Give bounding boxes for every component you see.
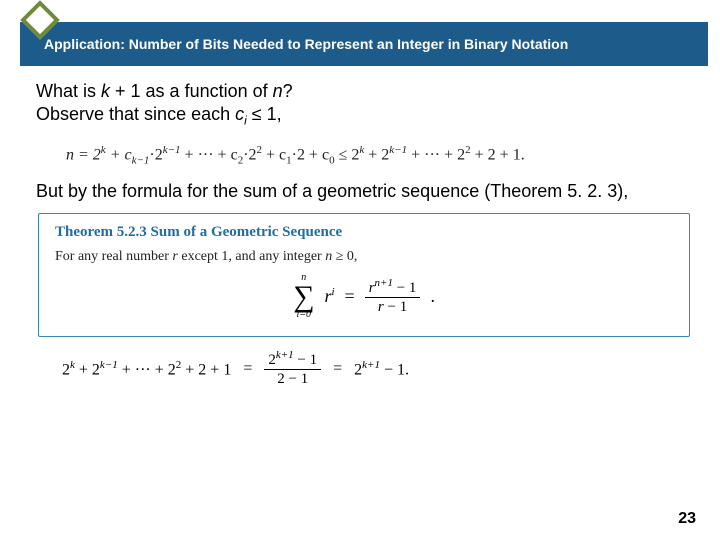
transition-line: But by the formula for the sum of a geom… (36, 180, 692, 203)
equals: = (345, 286, 355, 307)
rt-i: i (331, 286, 334, 298)
var-n: n (273, 81, 283, 101)
f-mid: + ··· + c (181, 146, 238, 163)
f-rest: + c (106, 146, 132, 163)
text: Observe that since each (36, 104, 235, 124)
sigma-symbol: ∑ (293, 283, 314, 310)
r-term: ri (324, 286, 334, 307)
f-lhs: n = 2 (66, 146, 101, 163)
fraction: rn+1 − 1 r − 1 (365, 277, 421, 316)
text: + 1 as a function of (110, 81, 273, 101)
slide-header: Application: Number of Bits Needed to Re… (20, 22, 708, 66)
t-a: For any real number (55, 249, 172, 264)
theorem-title: Theorem 5.2.3 Sum of a Geometric Sequenc… (55, 224, 673, 241)
fe-eq2: = (333, 360, 342, 378)
fd-tail: − 1 (384, 299, 407, 315)
fe-tail: + 2 + 1 (181, 361, 231, 378)
fe-2: 2 (62, 361, 70, 378)
text: ? (283, 81, 293, 101)
sigma-icon: n ∑ i=0 (293, 273, 314, 320)
fn-tail: − 1 (393, 280, 416, 296)
text: What is (36, 81, 101, 101)
page-number: 23 (678, 510, 696, 528)
f-pc1: + c (262, 146, 286, 163)
theorem-body: For any real number r except 1, and any … (55, 249, 673, 265)
sigma-lower: i=0 (296, 310, 311, 320)
geometric-sum-equation: n ∑ i=0 ri = rn+1 − 1 r − 1 . (55, 273, 673, 320)
inequality-formula: n = 2k + ck−1·2k−1 + ··· + c2·22 + c1·2 … (66, 144, 692, 167)
fe-k1: k−1 (100, 359, 118, 371)
f-k1e: k−1 (163, 144, 181, 156)
f-d22: ·2 (243, 146, 256, 163)
final-equation: 2k + 2k−1 + ··· + 22 + 2 + 1 = 2k+1 − 1 … (62, 349, 692, 388)
f-rk1: k−1 (389, 144, 407, 156)
slide-content: What is k + 1 as a function of n? Observ… (36, 80, 692, 388)
f-k1s: k−1 (132, 154, 150, 166)
f-end: + 2 + 1. (471, 146, 525, 163)
f-tail: + ··· + 2 (407, 146, 465, 163)
fe-rhs: 2k+1 − 1. (354, 359, 409, 379)
slide-title: Application: Number of Bits Needed to Re… (44, 36, 568, 52)
f-d2p: ·2 + c (292, 146, 329, 163)
fen-2: 2 (268, 352, 276, 368)
f-leq: ≤ 2 (335, 146, 360, 163)
fe-num: 2k+1 − 1 (264, 349, 321, 369)
f-p2: + 2 (364, 146, 389, 163)
fer-exp: k+1 (362, 359, 380, 371)
fe-eq1: = (243, 360, 252, 378)
var-c: c (235, 104, 244, 124)
fe-mid: + ··· + 2 (118, 361, 176, 378)
fen-exp: k+1 (276, 349, 294, 361)
theorem-box: Theorem 5.2.3 Sum of a Geometric Sequenc… (38, 213, 690, 337)
question-line: What is k + 1 as a function of n? Observ… (36, 80, 692, 130)
fe-den: 2 − 1 (273, 370, 312, 388)
fe-lhs: 2k + 2k−1 + ··· + 22 + 2 + 1 (62, 359, 231, 379)
fe-frac: 2k+1 − 1 2 − 1 (264, 349, 321, 388)
t-c: ≥ 0, (332, 249, 357, 264)
t-b: except 1, and any integer (178, 249, 325, 264)
fen-tail: − 1 (294, 352, 317, 368)
fn-exp: n+1 (375, 277, 393, 289)
fer-2: 2 (354, 361, 362, 378)
fer-tail: − 1. (380, 361, 409, 378)
f-d2: ·2 (149, 146, 162, 163)
period: . (430, 286, 435, 307)
frac-num: rn+1 − 1 (365, 277, 421, 297)
var-k: k (101, 81, 110, 101)
text: ≤ 1, (247, 104, 282, 124)
frac-den: r − 1 (374, 298, 411, 316)
fe-p: + 2 (75, 361, 100, 378)
